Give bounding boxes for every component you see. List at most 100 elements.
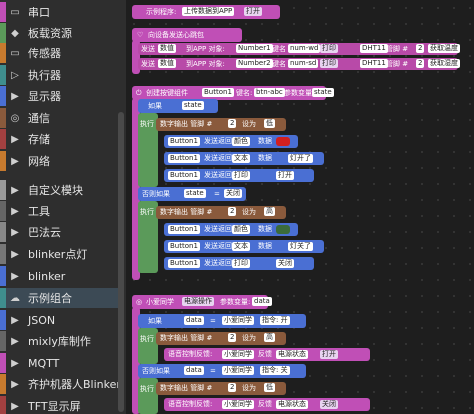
sidebar-item-18[interactable]: ▶ TFT显示屏: [0, 396, 118, 414]
command-field[interactable]: 指令: 关: [260, 366, 290, 375]
print-field[interactable]: 打印: [232, 259, 250, 268]
object-field[interactable]: Number1: [236, 44, 273, 53]
sidebar-item-10[interactable]: ▶ 巴法云: [0, 222, 118, 242]
digital-write-block[interactable]: 数字输出 管脚 # 2 设为 低: [156, 118, 286, 131]
voice-feedback-block[interactable]: 语音控制反馈: 小爱同学 反馈 电源状态 打开: [164, 348, 370, 361]
heartbeat-block[interactable]: ♡ 向设备发送心跳包: [132, 28, 242, 42]
sidebar-item-15[interactable]: ▶ mixly库制作: [0, 331, 118, 351]
pin-field[interactable]: 2: [416, 59, 425, 68]
sidebar-scrollbar[interactable]: [118, 112, 124, 412]
state-field[interactable]: state: [182, 101, 204, 110]
pin-field[interactable]: 2: [228, 119, 237, 128]
key-field[interactable]: btn-abc: [254, 88, 285, 97]
voice-feedback-block[interactable]: 语音控制反馈: 小爱同学 反馈 电源状态 关闭: [164, 398, 370, 411]
sidebar-item-1[interactable]: ◆ 板载资源: [0, 23, 118, 43]
data-field[interactable]: data: [184, 366, 204, 375]
sensor-field[interactable]: DHT11: [360, 59, 388, 68]
button-field[interactable]: Button1: [168, 137, 200, 146]
button-field[interactable]: Button1: [168, 242, 200, 251]
data-field[interactable]: data: [184, 316, 204, 325]
light-off-field[interactable]: 灯关了: [288, 242, 313, 251]
power-op-field[interactable]: 电源操作: [182, 297, 214, 306]
button-name-field[interactable]: Button1: [202, 88, 234, 97]
open-field[interactable]: 打开: [320, 350, 338, 359]
level-field[interactable]: 低: [264, 383, 275, 392]
open-field[interactable]: 打开: [276, 171, 294, 180]
xiaoai-field[interactable]: 小爱同学: [222, 316, 254, 325]
value-type-field[interactable]: 数值: [158, 59, 176, 68]
object-field[interactable]: Number2: [236, 59, 273, 68]
color-field[interactable]: 颜色: [232, 137, 250, 146]
sidebar-item-11[interactable]: ▶ blinker点灯: [0, 244, 118, 264]
level-field[interactable]: 高: [264, 333, 275, 342]
xiaoai-field[interactable]: 小爱同学: [222, 350, 254, 359]
print-field[interactable]: 打印: [232, 171, 250, 180]
sidebar-item-14[interactable]: ▶ JSON: [0, 310, 118, 330]
humid-field[interactable]: 获取湿度: [428, 59, 460, 68]
sidebar-item-0[interactable]: ▭ 串口: [0, 2, 118, 22]
program-name-field[interactable]: 上传数据到APP: [182, 7, 235, 16]
button-text-block[interactable]: Button1 发送返回 文本 数据 灯关了: [164, 240, 324, 253]
pin-field[interactable]: 2: [228, 383, 237, 392]
key-field[interactable]: num-sd: [288, 59, 319, 68]
block-workspace[interactable]: 示例程序: 上传数据到APP 打开 ♡ 向设备发送心跳包 发送 数值 到APP …: [126, 0, 474, 414]
button-field[interactable]: Button1: [168, 171, 200, 180]
button-text-block[interactable]: Button1 发送返回 文本 数据 灯开了: [164, 152, 324, 165]
button-field[interactable]: Button1: [168, 259, 200, 268]
power-state-field[interactable]: 电源状态: [276, 400, 308, 409]
xiaoai-block[interactable]: ◎ 小爱同学 电源操作 参数变量: data: [132, 295, 272, 309]
digital-write-block[interactable]: 数字输出 管脚 # 2 设为 高: [156, 206, 286, 219]
key-field[interactable]: num-wd: [288, 44, 321, 53]
print-field[interactable]: 打印: [320, 59, 338, 68]
sidebar-item-7[interactable]: ▶ 网络: [0, 151, 118, 171]
color-swatch[interactable]: [276, 225, 290, 234]
sidebar-item-12[interactable]: ▶ blinker: [0, 266, 118, 286]
close-field[interactable]: 关闭: [224, 189, 242, 198]
value-type-field[interactable]: 数值: [158, 44, 176, 53]
text-field[interactable]: 文本: [232, 154, 250, 163]
close-field[interactable]: 关闭: [320, 400, 338, 409]
button-field[interactable]: Button1: [168, 154, 200, 163]
send-number2-block[interactable]: 发送 数值 到APP 对象: Number2 键名 num-sd 打印 DHT1…: [138, 58, 460, 70]
pin-field[interactable]: 2: [228, 207, 237, 216]
xiaoai-field[interactable]: 小爱同学: [222, 366, 254, 375]
print-field[interactable]: 打印: [320, 44, 338, 53]
else-if-block[interactable]: 否则如果 state = 关闭: [138, 187, 246, 201]
command-field[interactable]: 指令: 开: [260, 316, 290, 325]
sidebar-item-9[interactable]: ▶ 工具: [0, 201, 118, 221]
sidebar-item-3[interactable]: ▷ 执行器: [0, 65, 118, 85]
sensor-field[interactable]: DHT11: [360, 44, 388, 53]
digital-write-block[interactable]: 数字输出 管脚 # 2 设为 低: [156, 382, 286, 395]
if-block[interactable]: 如果 data = 小爱同学 指令: 开: [138, 314, 306, 328]
color-swatch[interactable]: [276, 137, 290, 146]
power-state-field[interactable]: 电源状态: [276, 350, 308, 359]
button-field[interactable]: Button1: [168, 225, 200, 234]
sidebar-item-8[interactable]: ▶ 自定义模块: [0, 180, 118, 200]
temp-field[interactable]: 获取温度: [428, 44, 460, 53]
button-print-block[interactable]: Button1 发送返回 打印 打开: [164, 169, 314, 182]
color-field[interactable]: 颜色: [232, 225, 250, 234]
xiaoai-field[interactable]: 小爱同学: [222, 400, 254, 409]
digital-write-block[interactable]: 数字输出 管脚 # 2 设为 高: [156, 332, 286, 345]
button-component-block[interactable]: ⏻ 创建按键组件 Button1 键名: btn-abc 参数变量 state: [132, 86, 334, 100]
state-field[interactable]: state: [184, 189, 206, 198]
param-field[interactable]: data: [252, 297, 272, 306]
button-color-block[interactable]: Button1 发送返回 颜色 数据: [164, 135, 298, 148]
open-toggle[interactable]: 打开: [244, 7, 262, 16]
level-field[interactable]: 低: [264, 119, 275, 128]
sidebar-item-6[interactable]: ▶ 存储: [0, 129, 118, 149]
sidebar-item-2[interactable]: ▭ 传感器: [0, 43, 118, 63]
send-number1-block[interactable]: 发送 数值 到APP 对象: Number1 键名 num-wd 打印 DHT1…: [138, 43, 460, 55]
pin-field[interactable]: 2: [228, 333, 237, 342]
button-print-block[interactable]: Button1 发送返回 打印 关闭: [164, 257, 314, 270]
program-header-block[interactable]: 示例程序: 上传数据到APP 打开: [132, 5, 280, 19]
else-if-block[interactable]: 否则如果 data = 小爱同学 指令: 关: [138, 364, 306, 378]
param-field[interactable]: state: [312, 88, 334, 97]
close-field[interactable]: 关闭: [276, 259, 294, 268]
sidebar-item-17[interactable]: ▶ 齐护机器人Blinker: [0, 374, 121, 394]
pin-field[interactable]: 2: [416, 44, 425, 53]
sidebar-item-16[interactable]: ▶ MQTT: [0, 353, 118, 373]
button-color-block[interactable]: Button1 发送返回 颜色 数据: [164, 223, 298, 236]
level-field[interactable]: 高: [264, 207, 275, 216]
sidebar-item-4[interactable]: ▶ 显示器: [0, 86, 118, 106]
